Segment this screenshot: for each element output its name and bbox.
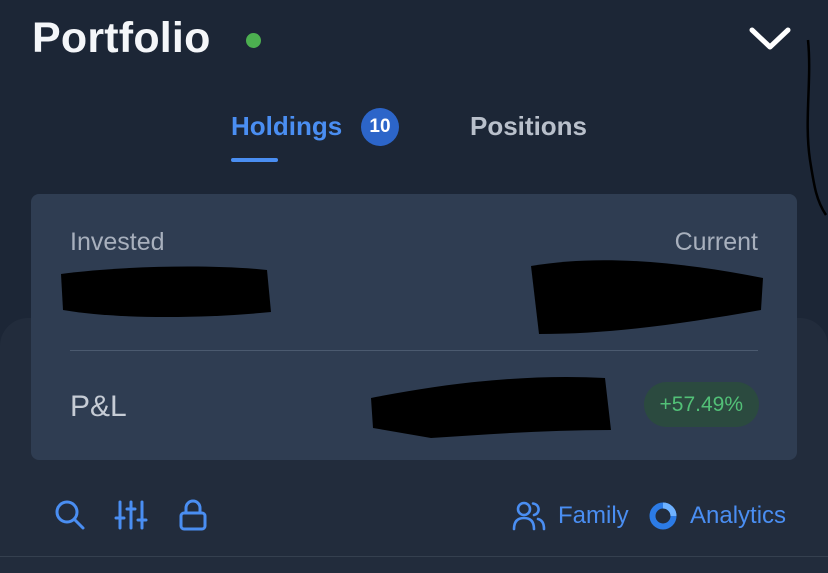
- holdings-count-badge: 10: [361, 108, 399, 146]
- invested-label: Invested: [70, 228, 165, 256]
- pnl-value: +3,56,88.11: [403, 390, 578, 420]
- hand-drawn-stroke: [806, 39, 828, 216]
- active-tab-indicator: [231, 158, 278, 162]
- page-title: Portfolio: [32, 14, 211, 62]
- invested-value: 6,34,438.89: [70, 278, 262, 309]
- tab-positions[interactable]: Positions: [470, 100, 610, 160]
- pnl-percent-badge: +57.49%: [643, 382, 759, 427]
- tab-holdings-label: Holdings: [231, 111, 343, 141]
- portfolio-header: Portfolio: [32, 14, 792, 70]
- analytics-label: Analytics: [690, 502, 787, 529]
- analytics-button[interactable]: Analytics: [648, 496, 786, 536]
- collapse-button[interactable]: [748, 20, 792, 60]
- holdings-toolbar: Family Analytics: [0, 490, 828, 546]
- lock-icon: [179, 499, 207, 531]
- lock-button[interactable]: [176, 498, 210, 532]
- tab-positions-label: Positions: [470, 111, 588, 141]
- family-label: Family: [558, 502, 629, 529]
- portfolio-screen: Portfolio Holdings 10 Positions Invested…: [0, 0, 828, 573]
- analytics-ring-icon: [649, 502, 677, 530]
- current-value: 9,83,471.00: [566, 278, 758, 309]
- card-divider: [70, 350, 758, 351]
- chevron-down-icon: [749, 27, 791, 50]
- family-button[interactable]: Family: [512, 496, 629, 536]
- search-button[interactable]: [53, 498, 87, 532]
- bottom-divider: [0, 556, 828, 557]
- filter-button[interactable]: [114, 498, 148, 532]
- status-dot: [246, 33, 261, 48]
- pnl-label: P&L: [70, 390, 127, 423]
- current-label: Current: [674, 228, 758, 256]
- summary-card: Invested Current 6,34,438.89 9,83,471.00…: [31, 194, 797, 460]
- search-icon: [55, 500, 85, 530]
- filter-sliders-icon: [114, 500, 148, 530]
- tab-holdings[interactable]: Holdings 10: [231, 100, 401, 162]
- family-users-icon: [512, 501, 546, 531]
